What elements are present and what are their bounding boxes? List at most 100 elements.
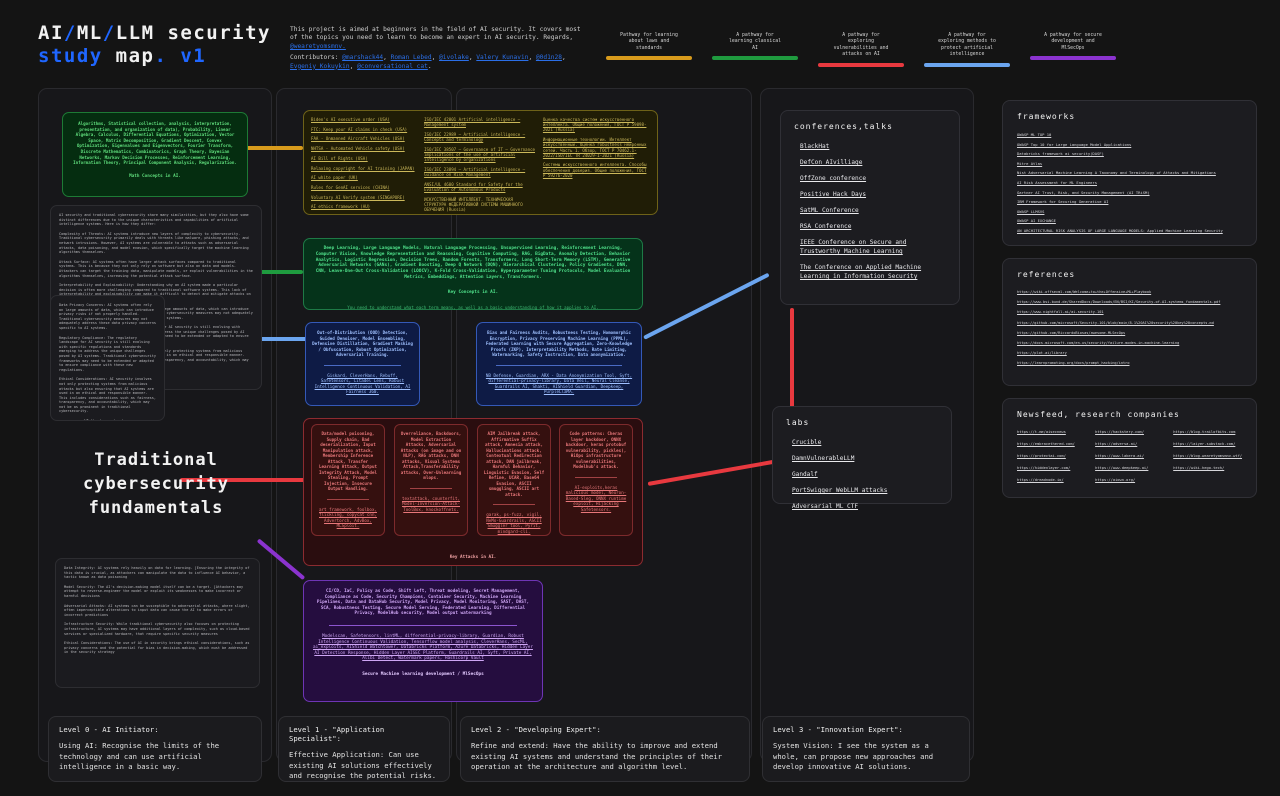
framework-link[interactable]: Gartner AI Trust, Risk, and Security Man… <box>1017 190 1242 195</box>
reference-link[interactable]: https://learnpromoting.org/docs/prompt_h… <box>1017 361 1242 366</box>
law-link[interactable]: AI white paper (UK) <box>311 175 418 180</box>
contributor-link[interactable]: Roman Lebed <box>391 54 432 61</box>
standard-link[interactable]: Системы искусственного интеллекта. Спосо… <box>543 162 650 178</box>
contributor-link[interactable]: @0d1n28 <box>536 54 562 61</box>
reference-link[interactable]: https://github.com/RiccardoBiosas/awesom… <box>1017 331 1242 336</box>
framework-link[interactable]: Nist Adversarial Machine Learning A Taxo… <box>1017 170 1242 175</box>
reference-link[interactable]: https://plot.ai/library <box>1017 351 1242 356</box>
legend-item-4: A pathway for secure development and MlS… <box>1024 33 1122 61</box>
title-ai: AI <box>38 22 64 44</box>
lab-link[interactable]: Crucible <box>792 438 938 447</box>
reference-link[interactable]: https://www.nightfall.ai/ai-security-101 <box>1017 310 1242 315</box>
framework-link[interactable]: Databricks framework ai security(DASF) <box>1017 151 1242 156</box>
newsfeed-link[interactable]: https://t.me/aisecnews <box>1017 430 1085 435</box>
newsfeed-link[interactable]: https://www.deepkeep.ai/ <box>1095 466 1163 471</box>
law-link[interactable]: Relaxing copyright for AI training (JAPA… <box>311 166 418 171</box>
standard-link[interactable]: Информационные технологии. Интеллект иск… <box>543 137 650 158</box>
reference-link[interactable]: https://docs.microsoft.com/en-us/securit… <box>1017 341 1242 346</box>
framework-link[interactable]: OWASP AI EXCHANGE <box>1017 218 1242 223</box>
law-link[interactable]: AI ethics framework (AU) <box>311 204 418 209</box>
law-link[interactable]: Biden's AI executive order (USA) <box>311 117 418 122</box>
contributor-link[interactable]: Valery Kunavin <box>476 54 528 61</box>
legend: Pathway for learning about laws and stan… <box>600 33 1120 73</box>
framework-link[interactable]: Mitre Atlas <box>1017 161 1242 166</box>
contributor-link[interactable]: @conversational_cat <box>357 63 428 70</box>
legend-label: A pathway for exploring methods to prote… <box>938 33 996 58</box>
paragraph: Complexity of Threats: AI systems introd… <box>59 231 249 255</box>
framework-link[interactable]: OWASP LLMSVS <box>1017 209 1242 214</box>
title-slash2: / <box>102 22 116 44</box>
reference-link[interactable]: https://github.com/microsoft/Security-10… <box>1017 321 1242 326</box>
level-body: System Vision: I see the system as a who… <box>773 741 934 771</box>
law-link[interactable]: NHTSA - Automated Vehicle safety (USA) <box>311 146 418 151</box>
conference-link[interactable]: SatML Conference <box>800 206 946 215</box>
author-handle[interactable]: @wearetyomsmnv. <box>290 43 346 50</box>
title-ml: ML <box>76 22 103 44</box>
level-body: Refine and extend: Have the ability to i… <box>471 741 722 771</box>
law-link[interactable]: FTC: Keep your AI claims in check (USA) <box>311 127 418 132</box>
newsfeed-link[interactable]: https://aiown.org/ <box>1095 478 1163 483</box>
standard-link[interactable]: ISO/IEC 38507 — Governance of IT — Gover… <box>424 147 537 163</box>
framework-link[interactable]: IBM Framework for Securing Generative AI <box>1017 199 1242 204</box>
conference-link[interactable]: OffZone conference <box>800 174 946 183</box>
framework-link[interactable]: AN ARCHITECTURAL RISK ANALYSIS OF LARGE … <box>1017 228 1242 233</box>
standard-link[interactable]: ISO/IEC 42001 Artificial intelligence — … <box>424 117 537 127</box>
lab-link[interactable]: DamnVulnerableLLM <box>792 454 938 463</box>
paragraph: Regulatory Compliance: The regulatory la… <box>59 335 156 372</box>
concepts-body: Deep Learning, Large Language Models, Na… <box>315 246 631 280</box>
contributor-link[interactable]: @marshack44 <box>342 54 383 61</box>
lab-link[interactable]: Gandalf <box>792 470 938 479</box>
conference-link[interactable]: BlackHat <box>800 142 946 151</box>
law-link[interactable]: AI Act (EU) <box>311 214 418 215</box>
concepts-caption: Key Concepts in AI. <box>447 289 499 295</box>
level-body: Using AI: Recognise the limits of the te… <box>59 741 220 771</box>
level-body: Effective Application: Can use existing … <box>289 750 437 780</box>
lab-link[interactable]: Adversarial ML CTF <box>792 502 938 511</box>
standard-link[interactable]: Оценка качества систем искусственного ин… <box>543 117 650 133</box>
newsfeed-link[interactable]: https://adversa.ai/ <box>1095 442 1163 447</box>
newsfeed-link[interactable]: https://protectai.com/ <box>1017 454 1085 459</box>
hardware-caption: AI Hardware basics. <box>84 419 132 420</box>
newsfeed-link[interactable]: https://blog.trailofbits.com <box>1173 430 1242 435</box>
level-box-3: Level 3 - "Innovation Expert": System Vi… <box>762 716 970 782</box>
newsfeed-link[interactable]: https://www.lakera.ai/ <box>1095 454 1163 459</box>
defense-left-body: Out-of-Distribution (OOD) Detection, Gui… <box>312 330 413 357</box>
level-box-1: Level 1 - "Application Specialist": Effe… <box>278 716 450 782</box>
title-version: v1 <box>180 45 207 67</box>
newsfeed-link[interactable]: https://embracethered.com/ <box>1017 442 1085 447</box>
frameworks-panel: frameworks OWASP ML TOP 10 OWASP Top 10 f… <box>1002 100 1257 246</box>
conference-link[interactable]: RSA Conference <box>800 222 946 231</box>
framework-link[interactable]: OWASP ML TOP 10 <box>1017 132 1242 137</box>
newsfeed-link[interactable]: https://hackstery.com/ <box>1095 430 1163 435</box>
laws-column-1: Biden's AI executive order (USA) FTC: Kee… <box>311 117 418 209</box>
newsfeed-link[interactable]: https://blog.wearetyomsmnv.wtf/ <box>1173 454 1242 459</box>
newsfeed-link[interactable]: https://hiddenlayer.com/ <box>1017 466 1085 471</box>
law-link[interactable]: Rules for GenAI services (CHINA) <box>311 185 418 190</box>
contributors-line: Contributors: @marshack44, Roman Lebed, … <box>290 54 566 70</box>
conference-link[interactable]: The Conference on Applied Machine Learni… <box>800 263 946 281</box>
newsfeed-link[interactable]: https://laiyer.substack.com/ <box>1173 442 1242 447</box>
laws-column-3: Оценка качества систем искусственного ин… <box>543 117 650 208</box>
conference-link[interactable]: IEEE Conference on Secure and Trustworth… <box>800 238 946 256</box>
conference-link[interactable]: DefCon AIvilliage <box>800 158 946 167</box>
law-link[interactable]: Voluntary AI Verify system (SINGAPORE) <box>311 195 418 200</box>
paragraph: Data Integrity: AI systems rely heavily … <box>64 566 250 580</box>
paragraph: Ethical Considerations: The use of AI in… <box>64 641 250 655</box>
standard-link[interactable]: ISO/IEC 22989 — Artificial intelligence … <box>424 132 537 142</box>
standard-link[interactable]: ANSI/UL 4600 Standard for Safety for the… <box>424 182 537 192</box>
conference-link[interactable]: Positive Hack Days <box>800 190 946 199</box>
standard-link[interactable]: ISO/IEC 23894 — Artificial intelligence … <box>424 167 537 177</box>
contributor-link[interactable]: Evgeniy Kokuykin <box>290 63 350 70</box>
law-link[interactable]: AI Bill of Rights (USA) <box>311 156 418 161</box>
description-text: This project is aimed at beginners in th… <box>290 26 581 42</box>
framework-link[interactable]: AI Risk Assessment for ML Engineers <box>1017 180 1242 185</box>
newsfeed-link[interactable]: https://wiki.hego.tech/ <box>1173 466 1242 471</box>
reference-link[interactable]: https://wiki.offsecml.com/Welcome+to+the… <box>1017 290 1242 295</box>
legend-item-3: A pathway for exploring methods to prote… <box>918 33 1016 67</box>
lab-link[interactable]: PortSwigger WebLLM attacks <box>792 486 938 495</box>
law-link[interactable]: FAA - Unmanned Aircraft Vehicles (USA) <box>311 136 418 141</box>
newsfeed-link[interactable]: https://dreadnode.io/ <box>1017 478 1085 483</box>
framework-link[interactable]: OWASP Top 10 for Large Language Model Ap… <box>1017 142 1242 147</box>
reference-link[interactable]: https://www.bsi.bund.de/SharedDocs/Downl… <box>1017 300 1242 305</box>
contributor-link[interactable]: @ivolake <box>439 54 469 61</box>
